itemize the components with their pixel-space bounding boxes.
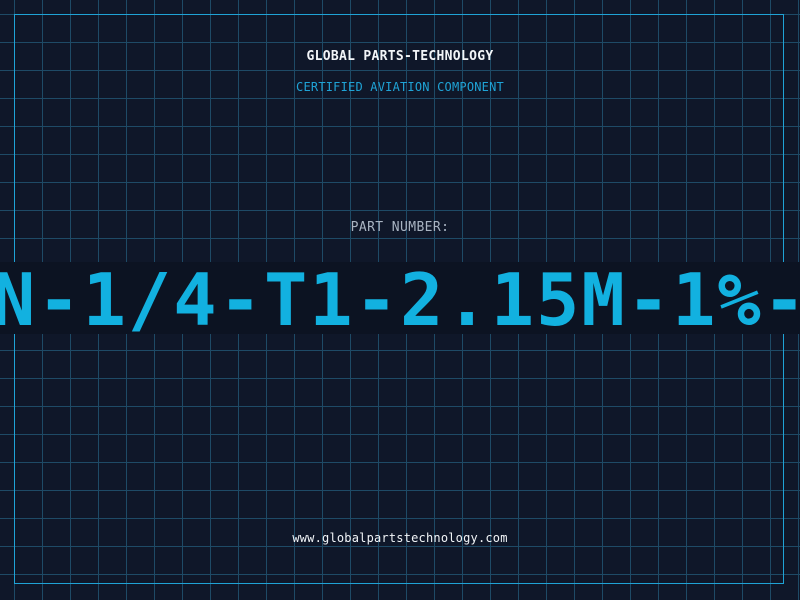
part-number-value: N-1/4-T1-2.15M-1%- (0, 262, 800, 334)
company-name: GLOBAL PARTS-TECHNOLOGY (306, 49, 494, 64)
part-number-label: PART NUMBER: (350, 220, 450, 235)
part-number-band: N-1/4-T1-2.15M-1%- (0, 262, 800, 334)
certification-line: CERTIFIED AVIATION COMPONENT (296, 80, 504, 94)
blueprint-panel: GLOBAL PARTS-TECHNOLOGY CERTIFIED AVIATI… (0, 0, 800, 600)
website-link[interactable]: www.globalpartstechnology.com (0, 531, 800, 545)
